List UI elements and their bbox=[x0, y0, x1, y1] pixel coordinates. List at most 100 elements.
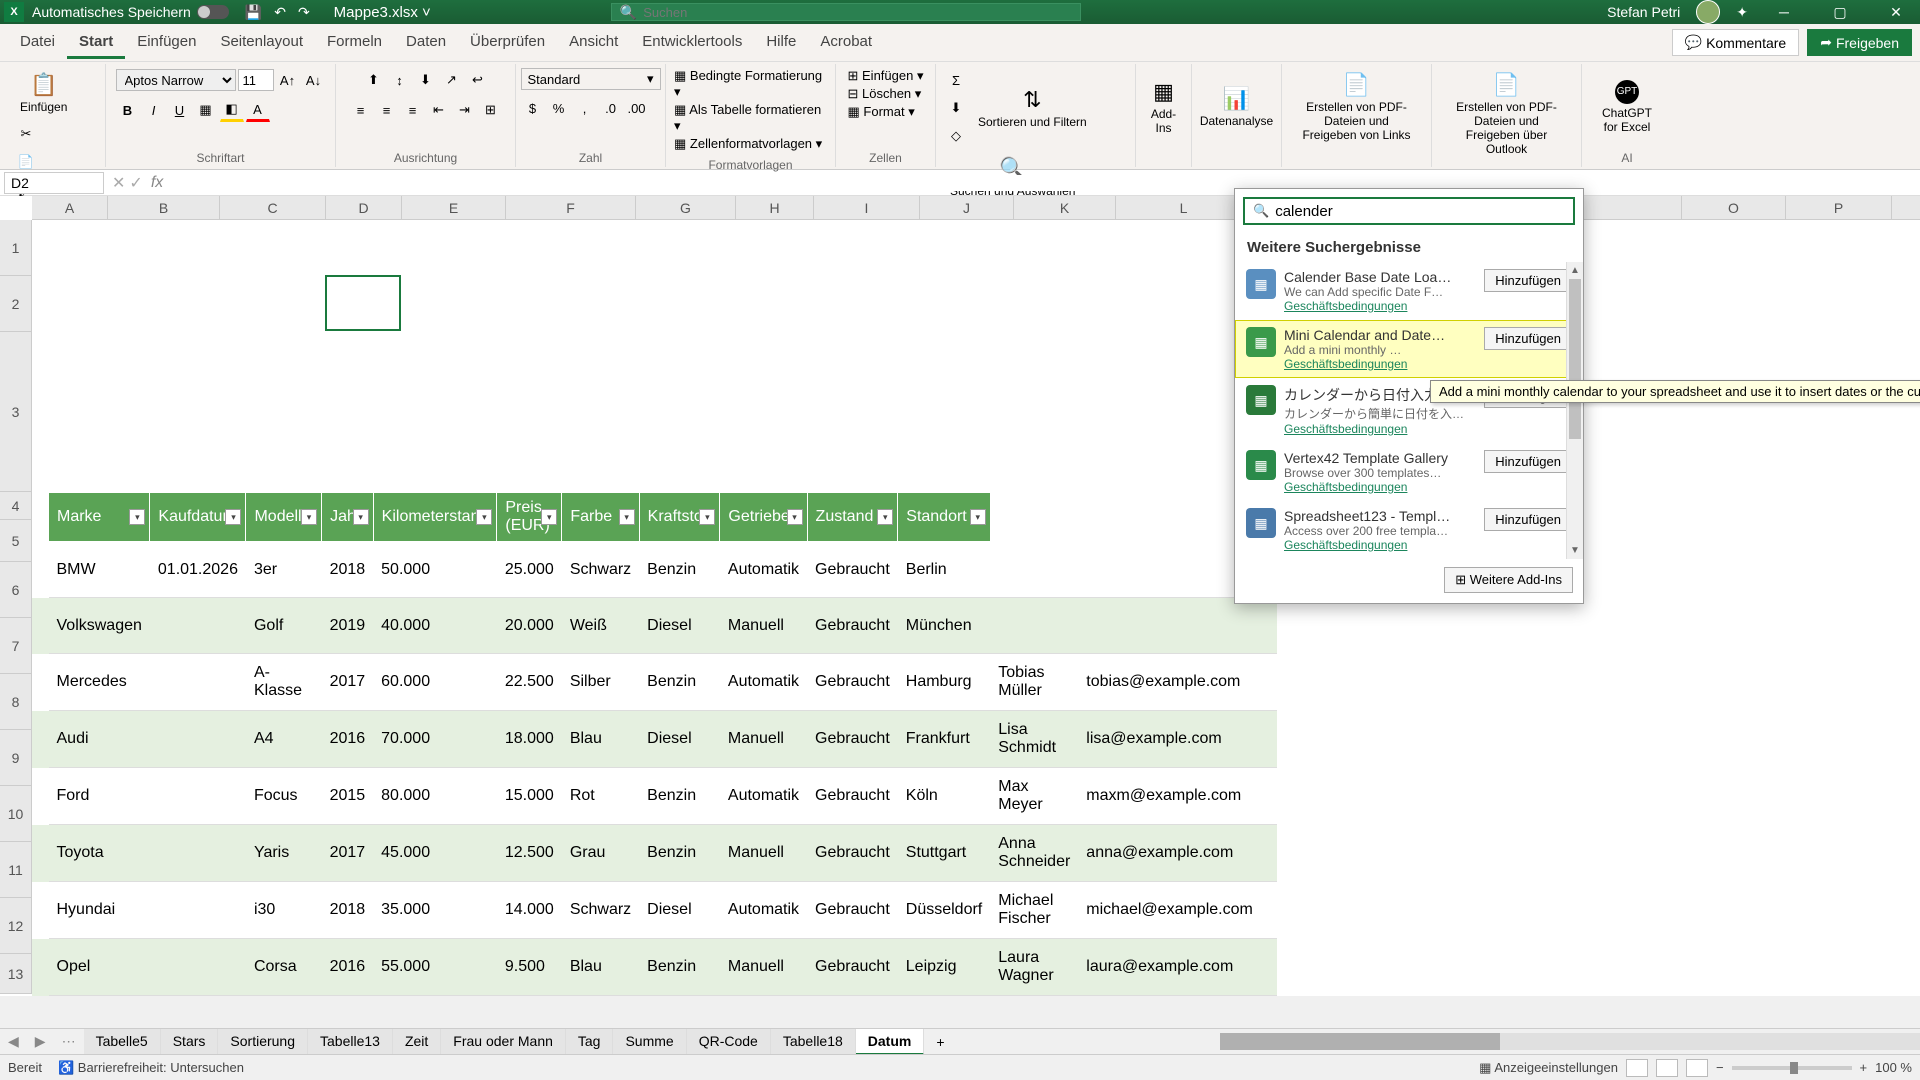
row-header[interactable]: 13 bbox=[0, 954, 31, 994]
align-middle-icon[interactable]: ↕ bbox=[388, 68, 412, 92]
ribbon-tab-formeln[interactable]: Formeln bbox=[315, 27, 394, 59]
filter-icon[interactable]: ▾ bbox=[129, 509, 145, 525]
sort-filter-button[interactable]: ⇅Sortieren und Filtern bbox=[972, 83, 1093, 133]
table-header[interactable]: Kaufdatum▾ bbox=[150, 493, 246, 542]
ribbon-tab-acrobat[interactable]: Acrobat bbox=[808, 27, 884, 59]
percent-icon[interactable]: % bbox=[547, 96, 571, 120]
addin-add-button[interactable]: Hinzufügen bbox=[1484, 508, 1572, 531]
maximize-button[interactable]: ▢ bbox=[1820, 4, 1860, 21]
sheet-tab[interactable]: Zeit bbox=[393, 1029, 441, 1055]
add-sheet-button[interactable]: + bbox=[924, 1030, 956, 1054]
formula-bar[interactable] bbox=[171, 175, 1920, 191]
addins-result[interactable]: ▦Mini Calendar and Date…Add a mini month… bbox=[1235, 320, 1583, 378]
tab-nav-more[interactable]: ⋯ bbox=[54, 1033, 84, 1050]
filter-icon[interactable]: ▾ bbox=[225, 509, 241, 525]
table-row[interactable]: NissanQashqai201930.00018.500WeißDieselA… bbox=[32, 996, 1277, 997]
addin-terms-link[interactable]: Geschäftsbedingungen bbox=[1284, 480, 1476, 494]
filter-icon[interactable]: ▾ bbox=[970, 509, 986, 525]
addin-terms-link[interactable]: Geschäftsbedingungen bbox=[1284, 538, 1476, 552]
cut-icon[interactable]: ✂ bbox=[14, 122, 38, 146]
autosave-toggle[interactable]: Automatisches Speichern bbox=[32, 4, 229, 20]
insert-cells-button[interactable]: ⊞ Einfügen ▾ bbox=[848, 68, 924, 84]
table-row[interactable]: VolkswagenGolf201940.00020.000WeißDiesel… bbox=[32, 598, 1277, 654]
table-header[interactable]: Standort▾ bbox=[898, 493, 990, 542]
comma-icon[interactable]: , bbox=[573, 96, 597, 120]
table-header[interactable]: Zustand▾ bbox=[807, 493, 898, 542]
decrease-decimal-icon[interactable]: .00 bbox=[625, 96, 649, 120]
addins-result[interactable]: ▦Vertex42 Template GalleryBrowse over 30… bbox=[1235, 443, 1583, 501]
filter-icon[interactable]: ▾ bbox=[476, 509, 492, 525]
fill-icon[interactable]: ⬇ bbox=[944, 96, 968, 120]
addin-add-button[interactable]: Hinzufügen bbox=[1484, 269, 1572, 292]
bold-button[interactable]: B bbox=[116, 98, 140, 122]
col-header[interactable]: J bbox=[920, 196, 1014, 219]
row-header[interactable]: 12 bbox=[0, 898, 31, 954]
row-header[interactable]: 6 bbox=[0, 562, 31, 618]
indent-right-icon[interactable]: ⇥ bbox=[453, 98, 477, 122]
tab-nav-next[interactable]: ▶ bbox=[27, 1033, 54, 1050]
fx-icon[interactable]: fx bbox=[151, 174, 163, 192]
font-size-input[interactable] bbox=[238, 69, 274, 91]
row-header[interactable]: 11 bbox=[0, 842, 31, 898]
chatgpt-button[interactable]: GPTChatGPT for Excel bbox=[1590, 76, 1664, 138]
share-button[interactable]: ➦ Freigeben bbox=[1807, 29, 1912, 56]
col-header[interactable]: I bbox=[814, 196, 920, 219]
col-header[interactable]: G bbox=[636, 196, 736, 219]
horizontal-scrollbar[interactable] bbox=[1220, 1033, 1920, 1050]
close-button[interactable]: ✕ bbox=[1876, 4, 1916, 21]
document-name[interactable]: Mappe3.xlsx ˅ bbox=[334, 4, 431, 21]
user-name[interactable]: Stefan Petri bbox=[1607, 4, 1680, 20]
table-row[interactable]: MercedesA-Klasse201760.00022.500SilberBe… bbox=[32, 654, 1277, 711]
filter-icon[interactable]: ▾ bbox=[619, 509, 635, 525]
format-cells-button[interactable]: ▦ Format ▾ bbox=[848, 104, 915, 120]
col-header[interactable]: F bbox=[506, 196, 636, 219]
sheet-tab[interactable]: Tabelle18 bbox=[771, 1029, 856, 1055]
ribbon-tab-start[interactable]: Start bbox=[67, 27, 125, 59]
table-header[interactable]: Jahr▾ bbox=[322, 493, 374, 542]
table-row[interactable]: FordFocus201580.00015.000RotBenzinAutoma… bbox=[32, 768, 1277, 825]
conditional-formatting-button[interactable]: ▦ Bedingte Formatierung ▾ bbox=[674, 68, 827, 100]
row-header[interactable]: 5 bbox=[0, 520, 31, 562]
table-header[interactable]: Marke▾ bbox=[49, 493, 150, 542]
row-header[interactable]: 1 bbox=[0, 220, 31, 276]
col-header[interactable]: E bbox=[402, 196, 506, 219]
zoom-level[interactable]: 100 % bbox=[1875, 1060, 1912, 1075]
addins-scrollbar[interactable]: ▲▼ bbox=[1566, 262, 1583, 559]
addin-terms-link[interactable]: Geschäftsbedingungen bbox=[1284, 299, 1476, 313]
addin-terms-link[interactable]: Geschäftsbedingungen bbox=[1284, 357, 1476, 371]
tab-nav-prev[interactable]: ◀ bbox=[0, 1033, 27, 1050]
currency-icon[interactable]: $ bbox=[521, 96, 545, 120]
borders-button[interactable]: ▦ bbox=[194, 98, 218, 122]
col-header[interactable]: D bbox=[326, 196, 402, 219]
comments-button[interactable]: 💬 Kommentare bbox=[1672, 29, 1800, 56]
clear-icon[interactable]: ◇ bbox=[944, 124, 968, 148]
toggle-switch[interactable] bbox=[197, 5, 229, 19]
number-format-select[interactable]: Standard▾ bbox=[521, 68, 661, 90]
italic-button[interactable]: I bbox=[142, 98, 166, 122]
row-header[interactable]: 2 bbox=[0, 276, 31, 332]
addins-result[interactable]: ▦Calender Base Date Loa…We can Add speci… bbox=[1235, 262, 1583, 320]
ribbon-tab-hilfe[interactable]: Hilfe bbox=[754, 27, 808, 59]
col-header[interactable]: Q bbox=[1892, 196, 1920, 219]
decrease-font-icon[interactable]: A↓ bbox=[302, 68, 326, 92]
col-header[interactable]: P bbox=[1786, 196, 1892, 219]
page-layout-view-icon[interactable] bbox=[1656, 1059, 1678, 1077]
ribbon-tab-datei[interactable]: Datei bbox=[8, 27, 67, 59]
align-center-icon[interactable]: ≡ bbox=[375, 98, 399, 122]
align-left-icon[interactable]: ≡ bbox=[349, 98, 373, 122]
paste-button[interactable]: 📋Einfügen bbox=[14, 68, 73, 118]
worksheet[interactable]: ABCDEFGHIJKLMNOPQ 12345678910111213 Mark… bbox=[0, 196, 1920, 996]
addin-terms-link[interactable]: Geschäftsbedingungen bbox=[1284, 422, 1476, 436]
align-right-icon[interactable]: ≡ bbox=[401, 98, 425, 122]
table-row[interactable]: BMW01.01.20263er201850.00025.000SchwarzB… bbox=[32, 542, 1277, 598]
name-box[interactable] bbox=[4, 172, 104, 194]
row-headers[interactable]: 12345678910111213 bbox=[0, 220, 32, 994]
table-header[interactable]: Kraftstoff▾ bbox=[639, 493, 720, 542]
sheet-tab[interactable]: Tag bbox=[566, 1029, 614, 1055]
font-color-button[interactable]: A bbox=[246, 98, 270, 122]
row-header[interactable]: 10 bbox=[0, 786, 31, 842]
redo-icon[interactable]: ↷ bbox=[298, 4, 310, 21]
normal-view-icon[interactable] bbox=[1626, 1059, 1648, 1077]
copy-icon[interactable]: 📄 bbox=[14, 150, 38, 174]
col-header[interactable]: B bbox=[108, 196, 220, 219]
